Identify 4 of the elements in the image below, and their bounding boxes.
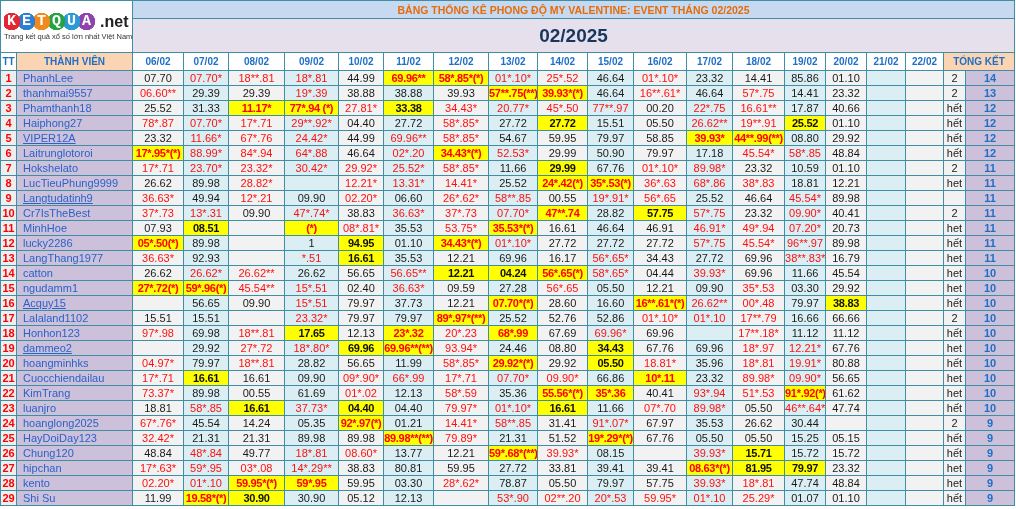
table-title: BẢNG THỐNG KÊ PHONG ĐỘ MY VALENTINE: EVENT THÁNG 02/2025 [132, 0, 1015, 19]
logo-text: KETQUA [4, 12, 97, 31]
logo-suffix: .net [100, 12, 129, 31]
month-heading: 02/2025 [132, 18, 1015, 53]
